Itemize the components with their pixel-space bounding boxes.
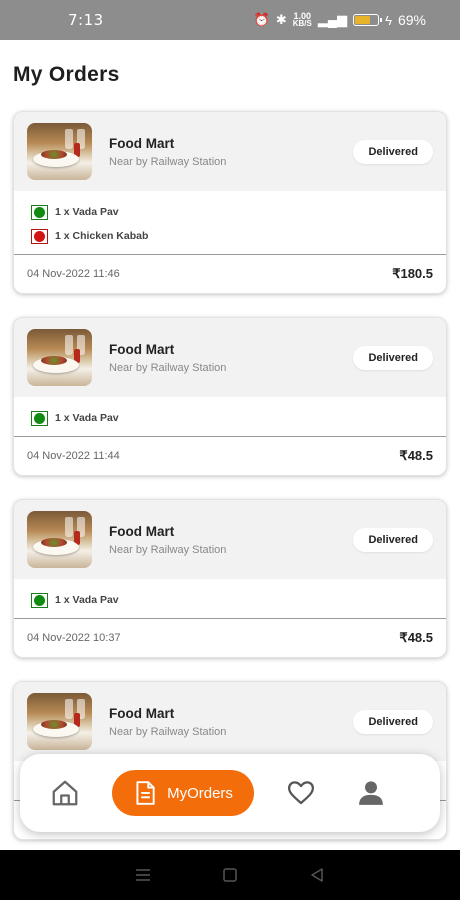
system-nav-bar: [0, 850, 460, 900]
order-card[interactable]: Food Mart Near by Railway Station Delive…: [13, 499, 447, 658]
store-location: Near by Railway Station: [109, 543, 227, 556]
store-location: Near by Railway Station: [109, 361, 227, 374]
store-thumbnail: [27, 693, 92, 750]
order-card[interactable]: Food Mart Near by Railway Station Delive…: [13, 111, 447, 294]
store-thumbnail: [27, 329, 92, 386]
order-item: 1 x Vada Pav: [31, 406, 429, 430]
order-card[interactable]: Food Mart Near by Railway Station Delive…: [13, 317, 447, 476]
orders-list: Food Mart Near by Railway Station Delive…: [13, 111, 447, 863]
order-total: ₹48.5: [399, 630, 433, 645]
store-name: Food Mart: [109, 341, 175, 357]
order-total: ₹48.5: [399, 448, 433, 463]
order-items: 1 x Vada Pav: [14, 397, 446, 437]
network-speed: 1.00 KB/S: [292, 12, 312, 28]
alarm-icon: ⏰: [253, 12, 270, 27]
store-name: Food Mart: [109, 705, 175, 721]
back-icon[interactable]: [308, 866, 326, 884]
store-thumbnail: [27, 511, 92, 568]
order-items: 1 x Vada Pav: [14, 579, 446, 619]
order-item: 1 x Vada Pav: [31, 588, 429, 612]
order-card-footer: 04 Nov-2022 11:46 ₹180.5: [14, 255, 446, 293]
order-card-footer: 04 Nov-2022 10:37 ₹48.5: [14, 619, 446, 657]
nav-myorders-button[interactable]: MyOrders: [112, 770, 254, 816]
menu-icon[interactable]: [134, 866, 152, 884]
order-date: 04 Nov-2022 10:37: [27, 632, 121, 644]
status-icons: ⏰ ✱ 1.00 KB/S ▂▄▆ ϟ 69%: [253, 12, 426, 29]
bottom-nav: MyOrders: [20, 754, 440, 832]
order-item-label: 1 x Vada Pav: [55, 594, 119, 606]
signal-icon: ▂▄▆: [317, 12, 348, 27]
order-item: 1 x Vada Pav: [31, 200, 429, 224]
home-icon: [52, 780, 78, 806]
status-badge: Delivered: [353, 527, 433, 552]
order-item-label: 1 x Vada Pav: [55, 412, 119, 424]
nav-profile-button[interactable]: [336, 770, 406, 816]
order-items: 1 x Vada Pav 1 x Chicken Kabab: [14, 191, 446, 255]
veg-icon: [31, 410, 48, 426]
status-badge: Delivered: [353, 345, 433, 370]
battery-icon: [353, 14, 383, 26]
order-item-label: 1 x Chicken Kabab: [55, 230, 149, 242]
veg-icon: [31, 592, 48, 608]
store-name: Food Mart: [109, 135, 175, 151]
nonveg-icon: [31, 228, 48, 244]
status-time: 7:13: [68, 11, 104, 29]
order-card-header: Food Mart Near by Railway Station Delive…: [14, 500, 446, 579]
nav-home-button[interactable]: [30, 770, 100, 816]
status-badge: Delivered: [353, 709, 433, 734]
store-location: Near by Railway Station: [109, 725, 227, 738]
order-card-header: Food Mart Near by Railway Station Delive…: [14, 112, 446, 191]
status-bar: 7:13 ⏰ ✱ 1.00 KB/S ▂▄▆ ϟ 69%: [0, 0, 460, 40]
veg-icon: [31, 204, 48, 220]
heart-icon: [288, 781, 314, 805]
home-square-icon[interactable]: [221, 866, 239, 884]
network-speed-unit: KB/S: [292, 19, 312, 28]
orders-icon: [136, 781, 155, 805]
store-location: Near by Railway Station: [109, 155, 227, 168]
order-date: 04 Nov-2022 11:44: [27, 450, 120, 462]
order-card-header: Food Mart Near by Railway Station Delive…: [14, 682, 446, 761]
profile-icon: [359, 781, 383, 805]
store-thumbnail: [27, 123, 92, 180]
order-item-label: 1 x Vada Pav: [55, 206, 119, 218]
charging-icon: ϟ: [385, 12, 392, 28]
page-title: My Orders: [13, 63, 120, 86]
order-card-footer: 04 Nov-2022 11:44 ₹48.5: [14, 437, 446, 475]
bluetooth-icon: ✱: [275, 12, 287, 27]
order-date: 04 Nov-2022 11:46: [27, 268, 120, 280]
store-name: Food Mart: [109, 523, 175, 539]
order-total: ₹180.5: [392, 266, 433, 281]
nav-favorites-button[interactable]: [266, 770, 336, 816]
nav-myorders-label: MyOrders: [167, 784, 233, 802]
battery-percent: 69%: [397, 12, 426, 28]
order-card-header: Food Mart Near by Railway Station Delive…: [14, 318, 446, 397]
status-badge: Delivered: [353, 139, 433, 164]
order-item: 1 x Chicken Kabab: [31, 224, 429, 248]
